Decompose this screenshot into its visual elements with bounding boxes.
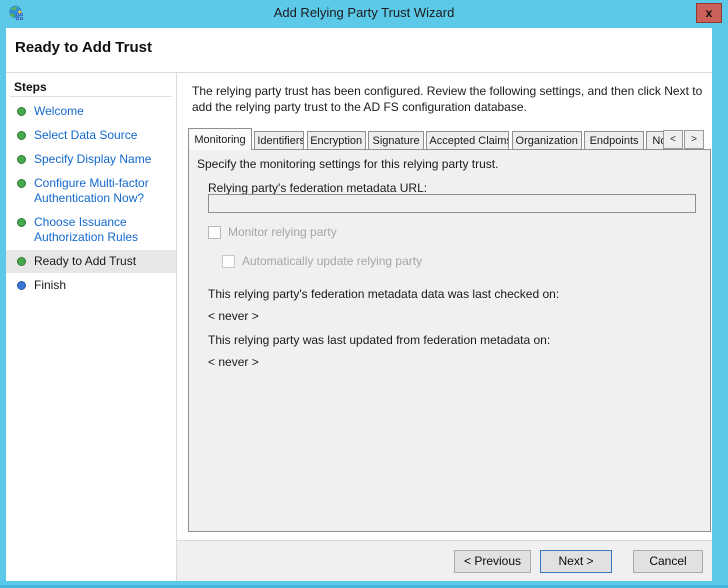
step-select-data-source[interactable]: Select Data Source xyxy=(6,124,176,147)
checkbox-label: Monitor relying party xyxy=(228,225,337,239)
step-welcome[interactable]: Welcome xyxy=(6,100,176,123)
step-ready-to-add-trust[interactable]: Ready to Add Trust xyxy=(6,250,176,273)
step-label: Select Data Source xyxy=(34,128,138,142)
step-label: Choose Issuance Authorization Rules xyxy=(34,215,139,244)
monitoring-intro: Specify the monitoring settings for this… xyxy=(197,157,499,171)
step-label: Welcome xyxy=(34,104,84,118)
tab-scroll-left-icon[interactable]: < xyxy=(663,130,683,149)
tab-strip: Monitoring Identifiers Encryption Signat… xyxy=(188,128,704,150)
window-title: Add Relying Party Trust Wizard xyxy=(273,5,455,20)
checkbox-unchecked-icon xyxy=(222,254,235,268)
tab-endpoints[interactable]: Endpoints xyxy=(584,131,645,150)
step-label: Ready to Add Trust xyxy=(34,254,137,268)
tab-accepted-claims[interactable]: Accepted Claims xyxy=(426,131,510,150)
metadata-url-label: Relying party's federation metadata URL: xyxy=(208,181,428,195)
cancel-button[interactable]: Cancel xyxy=(633,549,703,573)
step-done-icon xyxy=(17,218,26,227)
tab-scroll-right-icon[interactable]: > xyxy=(684,130,704,149)
step-label: Finish xyxy=(34,278,67,292)
previous-button[interactable]: < Previous xyxy=(454,549,531,573)
steps-separator xyxy=(10,96,172,97)
step-label: Specify Display Name xyxy=(34,152,152,166)
steps-sidebar: Steps Welcome Select Data Source Specify… xyxy=(6,73,176,581)
close-button[interactable]: x xyxy=(696,3,722,23)
step-done-icon xyxy=(17,107,26,116)
last-checked-label: This relying party's federation metadata… xyxy=(208,287,560,301)
last-checked-value: < never > xyxy=(208,309,259,323)
step-done-icon xyxy=(17,131,26,140)
last-updated-label: This relying party was last updated from… xyxy=(208,333,551,347)
steps-heading: Steps xyxy=(14,80,47,94)
step-label: Configure Multi-factor Authentication No… xyxy=(34,176,149,205)
page-title: Ready to Add Trust xyxy=(15,39,152,56)
step-finish[interactable]: Finish xyxy=(6,274,176,297)
wizard-window: Add Relying Party Trust Wizard x Ready t… xyxy=(0,0,728,588)
tab-signature[interactable]: Signature xyxy=(368,131,425,150)
tab-identifiers[interactable]: Identifiers xyxy=(254,131,305,150)
step-choose-issuance-rules[interactable]: Choose Issuance Authorization Rules xyxy=(6,211,176,249)
steps-list: Welcome Select Data Source Specify Displ… xyxy=(6,100,176,298)
next-button[interactable]: Next > xyxy=(540,549,612,573)
checkbox-label: Automatically update relying party xyxy=(242,254,423,268)
sidebar-separator xyxy=(176,73,177,581)
step-specify-display-name[interactable]: Specify Display Name xyxy=(6,148,176,171)
step-done-icon xyxy=(17,155,26,164)
tab-monitoring[interactable]: Monitoring xyxy=(188,128,252,150)
step-upcoming-icon xyxy=(17,281,26,290)
monitoring-tab-panel: Specify the monitoring settings for this… xyxy=(188,149,711,532)
tab-encryption[interactable]: Encryption xyxy=(306,131,366,150)
monitor-relying-party-checkbox[interactable]: Monitor relying party xyxy=(208,225,337,239)
settings-tab-control: Monitoring Identifiers Encryption Signat… xyxy=(188,128,711,532)
dialog-body: Ready to Add Trust Steps Welcome Select … xyxy=(6,28,712,581)
button-bar: < Previous Next > Cancel xyxy=(177,540,712,581)
wizard-description: The relying party trust has been configu… xyxy=(192,84,703,114)
last-updated-value: < never > xyxy=(208,355,259,369)
step-configure-mfa[interactable]: Configure Multi-factor Authentication No… xyxy=(6,172,176,210)
title-bar[interactable]: Add Relying Party Trust Wizard x xyxy=(0,0,728,28)
auto-update-relying-party-checkbox[interactable]: Automatically update relying party xyxy=(222,254,422,268)
tab-organization[interactable]: Organization xyxy=(511,131,582,150)
step-done-icon xyxy=(17,179,26,188)
checkbox-unchecked-icon xyxy=(208,225,221,239)
step-current-icon xyxy=(17,257,26,266)
metadata-url-input[interactable] xyxy=(208,194,696,213)
